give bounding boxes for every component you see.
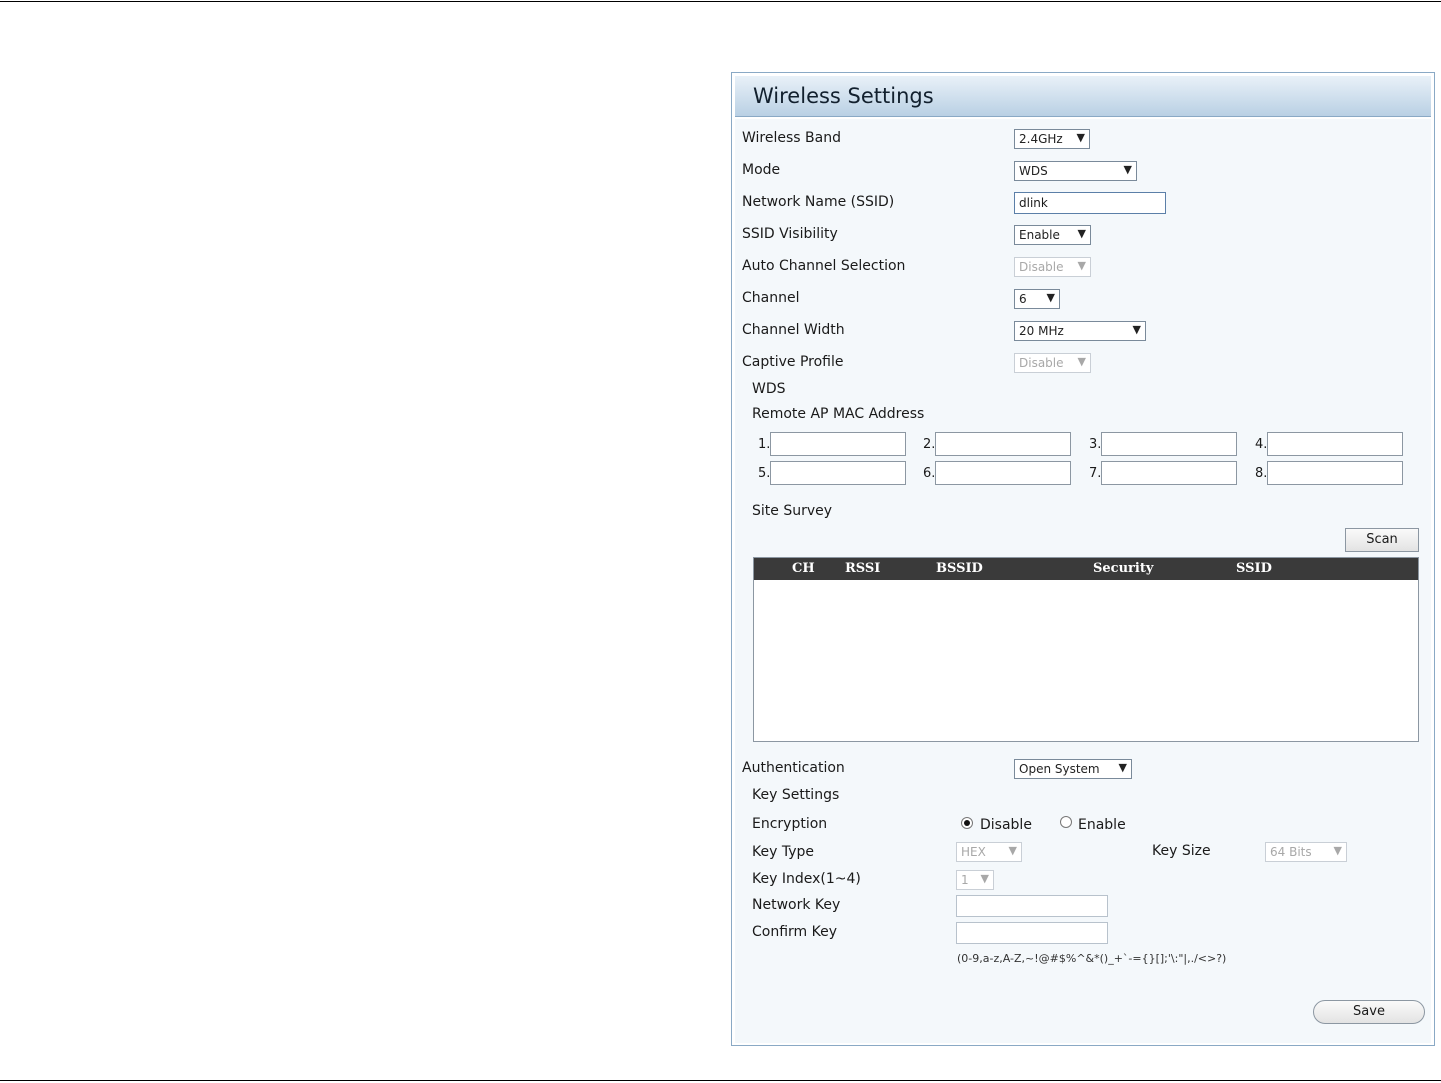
channel-width-value: 20 MHz [1019, 324, 1064, 338]
key-size-select: 64 Bits ▼ [1265, 842, 1347, 862]
save-button[interactable]: Save [1313, 1000, 1425, 1024]
captive-profile-value: Disable [1019, 356, 1064, 370]
key-size-value: 64 Bits [1270, 845, 1312, 859]
mac-input-5[interactable] [770, 461, 906, 485]
chevron-down-icon: ▼ [1077, 355, 1086, 368]
authentication-select[interactable]: Open System ▼ [1014, 759, 1132, 779]
key-index-value: 1 [961, 873, 969, 887]
mac-input-7[interactable] [1101, 461, 1237, 485]
panel-title: Wireless Settings [753, 84, 934, 108]
wds-title: WDS [752, 381, 786, 397]
ssid-visibility-label: SSID Visibility [742, 226, 838, 242]
mac-number-4: 4. [1255, 437, 1268, 452]
wireless-band-value: 2.4GHz [1019, 132, 1063, 146]
encryption-disable-radio[interactable] [961, 817, 973, 829]
top-rule [0, 1, 1441, 2]
chevron-down-icon: ▼ [1118, 761, 1127, 774]
channel-select[interactable]: 6 ▼ [1014, 289, 1060, 309]
key-type-label: Key Type [752, 844, 814, 860]
chevron-down-icon: ▼ [1123, 163, 1132, 176]
ssid-value: dlink [1019, 196, 1048, 210]
mac-number-2: 2. [923, 437, 936, 452]
panel-header: Wireless Settings [735, 76, 1431, 117]
channel-label: Channel [742, 290, 800, 306]
mac-input-4[interactable] [1267, 432, 1403, 456]
remote-ap-mac-label: Remote AP MAC Address [752, 406, 925, 422]
mac-number-5: 5. [758, 466, 771, 481]
scan-button[interactable]: Scan [1345, 528, 1419, 552]
key-type-value: HEX [961, 845, 986, 859]
key-size-label: Key Size [1152, 843, 1211, 859]
confirm-key-label: Confirm Key [752, 924, 838, 940]
key-index-label: Key Index(1~4) [752, 871, 861, 887]
chevron-down-icon: ▼ [1132, 323, 1141, 336]
column-bssid: BSSID [936, 561, 983, 576]
site-survey-header: CH RSSI BSSID Security SSID [754, 558, 1418, 580]
mac-number-1: 1. [758, 437, 771, 452]
column-ssid: SSID [1236, 561, 1272, 576]
mac-number-7: 7. [1089, 466, 1102, 481]
ssid-label: Network Name (SSID) [742, 194, 895, 210]
key-type-select: HEX ▼ [956, 842, 1022, 862]
network-key-label: Network Key [752, 897, 841, 913]
wireless-band-select[interactable]: 2.4GHz ▼ [1014, 129, 1090, 149]
chevron-down-icon: ▼ [1077, 259, 1086, 272]
chevron-down-icon: ▼ [980, 872, 989, 885]
chevron-down-icon: ▼ [1076, 131, 1085, 144]
key-index-select: 1 ▼ [956, 870, 994, 890]
mac-input-6[interactable] [935, 461, 1071, 485]
mode-select[interactable]: WDS ▼ [1014, 161, 1137, 181]
encryption-disable-label: Disable [980, 817, 1032, 833]
chevron-down-icon: ▼ [1008, 844, 1017, 857]
mac-number-6: 6. [923, 466, 936, 481]
confirm-key-input[interactable] [956, 922, 1108, 944]
ssid-input[interactable]: dlink [1014, 192, 1166, 214]
site-survey-table: CH RSSI BSSID Security SSID [753, 557, 1419, 742]
auto-channel-value: Disable [1019, 260, 1064, 274]
captive-profile-select: Disable ▼ [1014, 353, 1091, 373]
mode-label: Mode [742, 162, 781, 178]
mode-value: WDS [1019, 164, 1048, 178]
column-rssi: RSSI [845, 561, 881, 576]
encryption-label: Encryption [752, 816, 828, 832]
chevron-down-icon: ▼ [1333, 844, 1342, 857]
key-settings-title: Key Settings [752, 787, 840, 803]
ssid-visibility-value: Enable [1019, 228, 1060, 242]
ssid-visibility-select[interactable]: Enable ▼ [1014, 225, 1091, 245]
encryption-enable-label: Enable [1078, 817, 1126, 833]
mac-input-3[interactable] [1101, 432, 1237, 456]
channel-value: 6 [1019, 292, 1027, 306]
bottom-rule [0, 1080, 1441, 1081]
chevron-down-icon: ▼ [1046, 291, 1055, 304]
authentication-value: Open System [1019, 762, 1100, 776]
mac-number-8: 8. [1255, 466, 1268, 481]
key-charset-hint: (0-9,a-z,A-Z,~!@#$%^&*()_+`-={}[];'\:"|,… [957, 952, 1227, 965]
mac-number-3: 3. [1089, 437, 1102, 452]
mac-input-8[interactable] [1267, 461, 1403, 485]
authentication-label: Authentication [742, 760, 845, 776]
mac-input-2[interactable] [935, 432, 1071, 456]
network-key-input[interactable] [956, 895, 1108, 917]
auto-channel-select: Disable ▼ [1014, 257, 1091, 277]
column-security: Security [1093, 561, 1154, 576]
encryption-enable-radio[interactable] [1060, 816, 1072, 828]
site-survey-title: Site Survey [752, 503, 833, 519]
captive-profile-label: Captive Profile [742, 354, 844, 370]
channel-width-label: Channel Width [742, 322, 845, 338]
chevron-down-icon: ▼ [1077, 227, 1086, 240]
column-ch: CH [792, 561, 815, 576]
mac-input-1[interactable] [770, 432, 906, 456]
wireless-band-label: Wireless Band [742, 130, 841, 146]
channel-width-select[interactable]: 20 MHz ▼ [1014, 321, 1146, 341]
auto-channel-label: Auto Channel Selection [742, 258, 906, 274]
